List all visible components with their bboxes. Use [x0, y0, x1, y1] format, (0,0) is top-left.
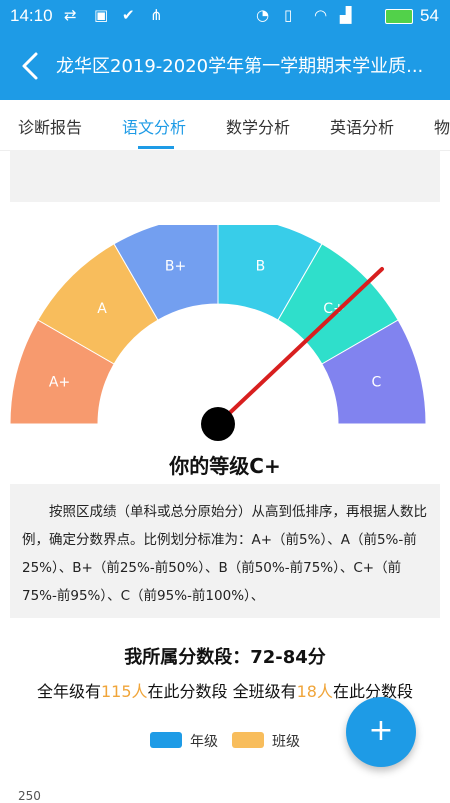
tab-physics-analysis[interactable]: 物	[434, 114, 450, 138]
legend-swatch-class	[232, 732, 264, 748]
score-segment-title: 我所属分数段：72-84分	[124, 647, 326, 668]
class-count: 18人	[296, 682, 333, 701]
wifi-icon: ◠	[314, 6, 328, 24]
page-title: 龙华区2019-2020学年第一学期期末学业质...	[56, 56, 424, 77]
add-button[interactable]: +	[346, 697, 416, 767]
grade-gauge: A+AB+ BC+C	[9, 225, 427, 441]
tab-math-analysis[interactable]: 数学分析	[226, 114, 290, 138]
gauge-segment-label: B+	[165, 259, 186, 275]
gauge-segment-label: C	[372, 375, 382, 391]
gauge-segment-label: A+	[49, 375, 70, 391]
tab-indicator	[138, 146, 174, 149]
gauge-segment-label: B	[256, 259, 266, 275]
legend-label-grade: 年级	[190, 734, 218, 750]
tab-diagnosis-report[interactable]: 诊断报告	[18, 114, 82, 138]
signal-icon: ▟	[340, 6, 352, 24]
legend-swatch-grade	[150, 732, 182, 748]
usb-icon: ⇄	[64, 6, 77, 24]
grade-count: 115人	[100, 682, 148, 701]
grade-count-suffix: 在此分数段 全班级有	[147, 682, 297, 701]
legend-label-class: 班级	[272, 734, 300, 750]
tab-chinese-analysis[interactable]: 语文分析	[122, 114, 186, 138]
grade-count-prefix: 全年级有	[36, 682, 101, 701]
alarm-icon: ◔	[256, 6, 270, 24]
grade-description: 按照区成绩（单科或总分原始分）从高到低排序，再根据人数比例，确定分数界点。比例划…	[10, 484, 440, 618]
battery-level: 54	[420, 6, 439, 25]
status-bar: 14:10 ⇄ ▣ ✔ ⋔ ◔ ▯ ◠ ▟ 54	[0, 0, 450, 32]
gauge-pivot	[201, 407, 235, 441]
back-icon[interactable]	[14, 46, 48, 86]
status-time: 14:10	[10, 6, 53, 25]
subject-tabs: 诊断报告 语文分析 数学分析 英语分析 物	[0, 100, 450, 151]
gauge-segment-label: A	[97, 301, 107, 317]
vibrate-icon: ▯	[284, 6, 293, 24]
image-icon: ▣	[94, 6, 109, 24]
app-bar: 龙华区2019-2020学年第一学期期末学业质...	[0, 32, 450, 100]
grade-title: 你的等级C+	[169, 454, 281, 478]
battery-icon	[385, 9, 413, 24]
score-summary-box	[10, 150, 440, 202]
share-icon: ⋔	[150, 6, 163, 24]
check-icon: ✔	[122, 6, 135, 24]
y-axis-tick: 250	[18, 789, 41, 803]
tab-english-analysis[interactable]: 英语分析	[330, 114, 394, 138]
grade-description-text: 按照区成绩（单科或总分原始分）从高到低排序，再根据人数比例，确定分数界点。比例划…	[22, 504, 427, 604]
